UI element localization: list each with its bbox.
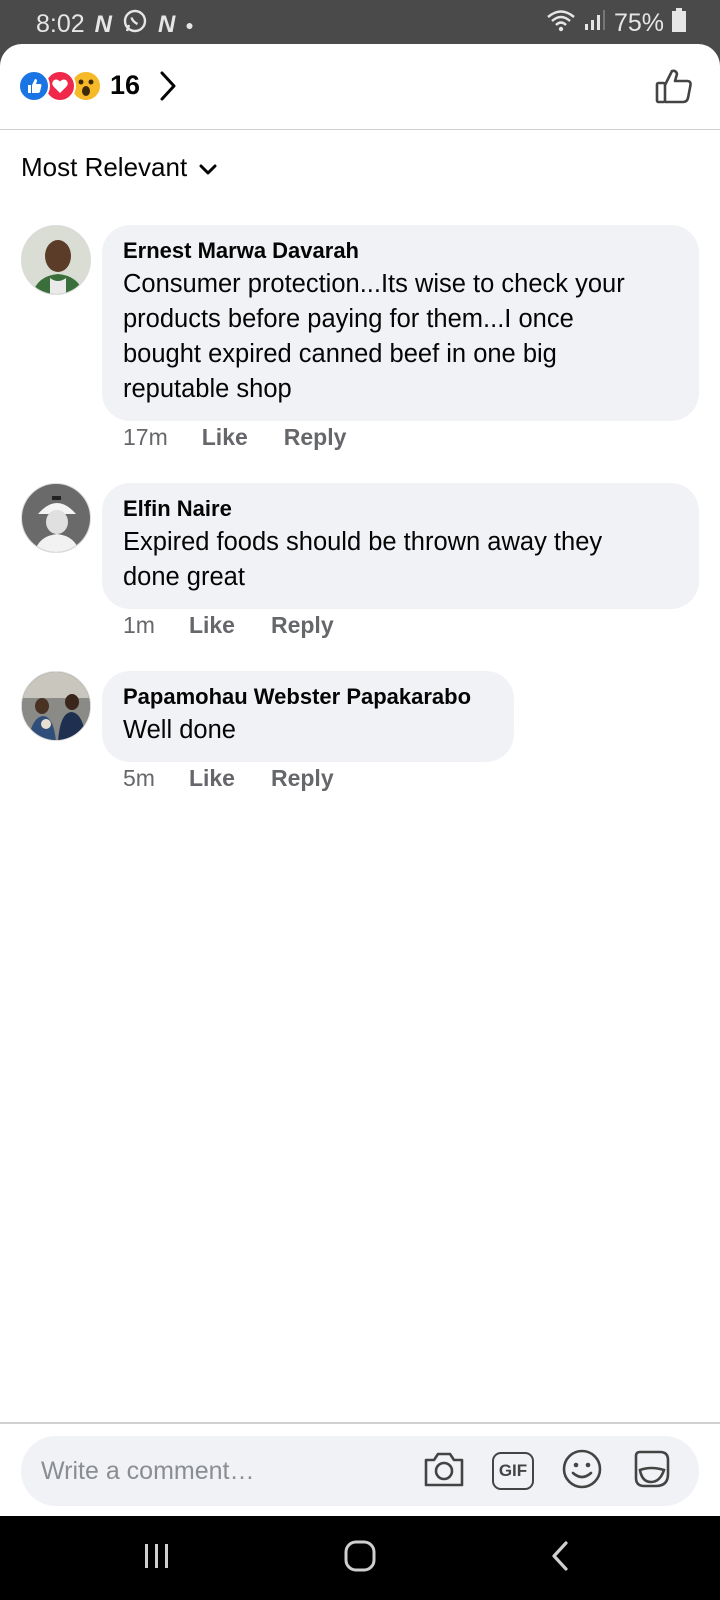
camera-button[interactable]: [421, 1448, 467, 1494]
signal-icon: [584, 9, 606, 38]
composer-divider: [0, 1422, 720, 1424]
sticker-button[interactable]: [628, 1448, 674, 1494]
comment-author[interactable]: Elfin Naire: [123, 495, 679, 523]
comment-text-line: Well done: [123, 716, 236, 744]
system-nav-bar: [0, 1516, 720, 1600]
comment-bubble[interactable]: Elfin Naire Expired foods should be thro…: [102, 483, 699, 609]
comment-composer: GIF: [21, 1436, 699, 1506]
gif-button[interactable]: GIF: [490, 1448, 536, 1494]
comment-text: Consumer protection...Its wise to check …: [123, 267, 679, 407]
sticker-icon: [630, 1448, 672, 1495]
comment-author[interactable]: Papamohau Webster Papakarabo: [123, 683, 494, 711]
home-button[interactable]: [330, 1538, 390, 1578]
comment-bubble[interactable]: Papamohau Webster Papakarabo Well done: [102, 671, 514, 762]
comment-time: 5m: [123, 765, 155, 791]
comment-author[interactable]: Ernest Marwa Davarah: [123, 237, 679, 265]
comment-meta: 1m Like Reply: [123, 612, 334, 639]
like-reaction-icon: [18, 70, 50, 102]
comment-text-line: Expired foods should be thrown away they: [123, 528, 603, 556]
status-bar: 8:02 N N ● 75%: [0, 0, 720, 44]
n-app-icon: N: [94, 10, 113, 38]
comment-text: Expired foods should be thrown away they…: [123, 525, 679, 595]
sort-dropdown[interactable]: Most Relevant: [21, 152, 217, 183]
wifi-icon: [546, 8, 576, 39]
reaction-count[interactable]: 16: [110, 70, 140, 101]
dot-icon: ●: [185, 16, 194, 33]
back-icon: [548, 1539, 572, 1578]
comment-time: 1m: [123, 612, 155, 638]
chevron-right-icon[interactable]: [158, 70, 178, 107]
reaction-header[interactable]: 16: [0, 44, 720, 130]
avatar[interactable]: [21, 225, 91, 295]
comment-time: 17m: [123, 424, 168, 450]
comment-text-line: products before paying for them...I once: [123, 305, 574, 333]
n-app-icon: N: [158, 10, 176, 38]
comment-bubble[interactable]: Ernest Marwa Davarah Consumer protection…: [102, 225, 699, 421]
reaction-icons[interactable]: [18, 70, 108, 102]
status-time: 8:02: [36, 10, 85, 38]
recent-apps-button[interactable]: [127, 1538, 187, 1578]
sort-label: Most Relevant: [21, 152, 188, 182]
comment-reply-button[interactable]: Reply: [271, 612, 334, 639]
comment-like-button[interactable]: Like: [189, 765, 235, 792]
like-outline-icon[interactable]: [654, 66, 694, 111]
gif-icon: GIF: [492, 1452, 534, 1490]
emoji-button[interactable]: [559, 1448, 605, 1494]
comment-meta: 17m Like Reply: [123, 424, 346, 451]
comment-like-button[interactable]: Like: [202, 424, 248, 451]
comments-sheet: 16 Most Relevant Ernest Marwa Davarah Co…: [0, 44, 720, 1516]
status-right: 75%: [546, 8, 686, 39]
chevron-down-icon: [199, 152, 217, 183]
avatar[interactable]: [21, 671, 91, 741]
battery-icon: [672, 8, 686, 39]
comment-text-line: done great: [123, 563, 245, 591]
comment-text-line: bought expired canned beef in one big: [123, 340, 557, 368]
status-left: 8:02 N N ●: [36, 8, 194, 41]
comment-reply-button[interactable]: Reply: [284, 424, 347, 451]
comment-text: Well done: [123, 713, 494, 748]
smiley-icon: [561, 1448, 603, 1495]
comment-like-button[interactable]: Like: [189, 612, 235, 639]
comment-input[interactable]: [41, 1454, 401, 1488]
comment-reply-button[interactable]: Reply: [271, 765, 334, 792]
avatar[interactable]: [21, 483, 91, 553]
back-button[interactable]: [530, 1538, 590, 1578]
comment-meta: 5m Like Reply: [123, 765, 334, 792]
recent-apps-icon: [142, 1541, 172, 1576]
whatsapp-icon: [122, 8, 148, 41]
comment-text-line: reputable shop: [123, 375, 292, 403]
battery-text: 75%: [613, 9, 664, 37]
camera-icon: [422, 1449, 466, 1494]
comment-text-line: Consumer protection...Its wise to check …: [123, 270, 625, 298]
home-icon: [343, 1539, 377, 1578]
